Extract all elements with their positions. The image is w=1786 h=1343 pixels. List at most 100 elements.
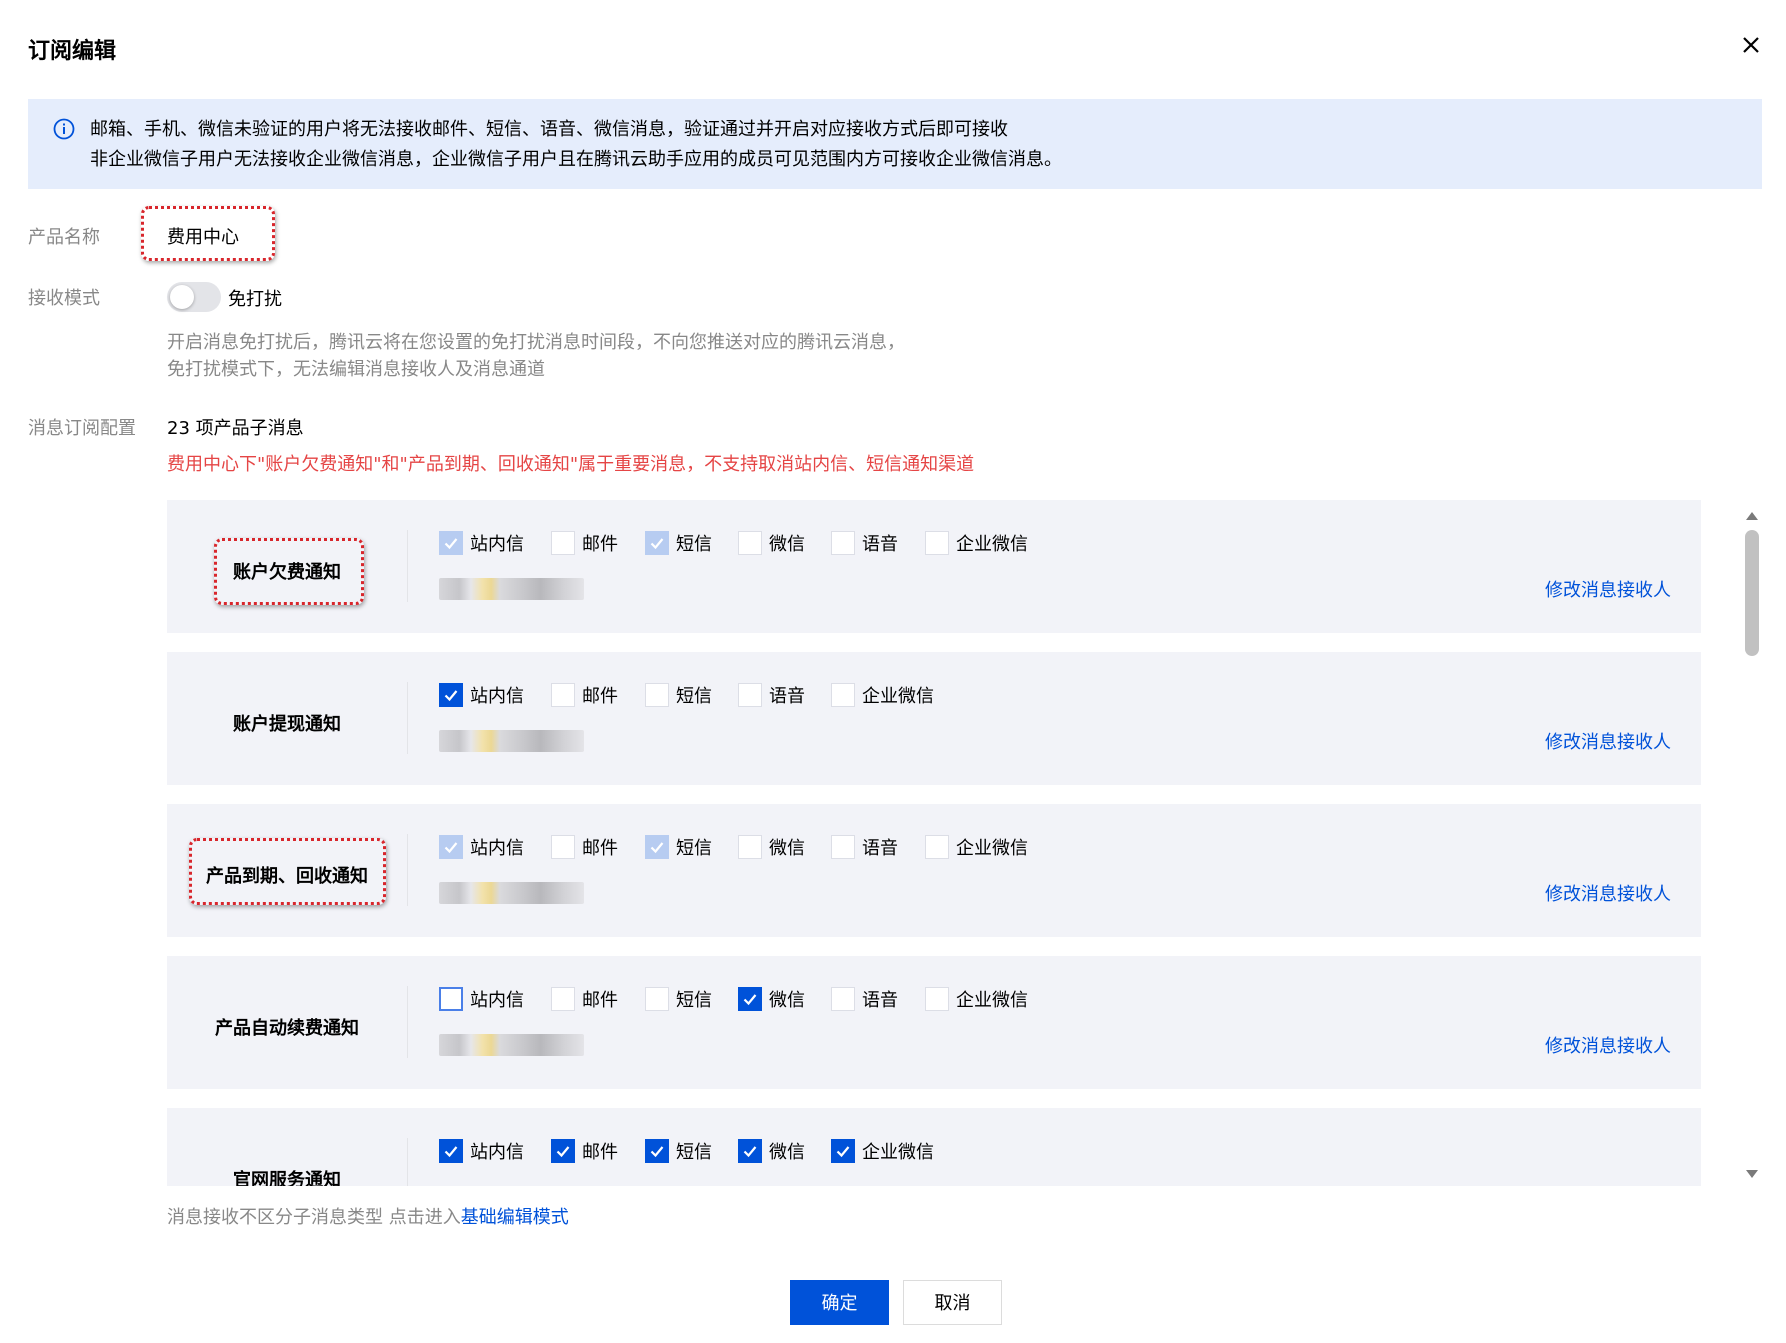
channel-label: 企业微信 (862, 686, 934, 707)
row-title: 官网服务通知 (233, 1170, 341, 1186)
subscription-row: 账户提现通知 站内信 邮件 短信 语音 企业微信 修改消息接收人 (167, 652, 1701, 785)
checkbox-box (551, 531, 575, 555)
channel-label: 短信 (676, 686, 712, 707)
modify-recipient-link[interactable]: 修改消息接收人 (1545, 576, 1671, 602)
confirm-button[interactable]: 确定 (790, 1280, 889, 1325)
checkbox-box (645, 531, 669, 555)
subscription-row: 官网服务通知 站内信 邮件 短信 微信 企业微信 (167, 1108, 1701, 1186)
channel-label: 邮件 (582, 1142, 618, 1163)
dialog-title: 订阅编辑 (28, 39, 117, 64)
modify-recipient-link[interactable]: 修改消息接收人 (1545, 880, 1671, 906)
channel-label: 企业微信 (956, 534, 1028, 555)
row-title: 账户提现通知 (233, 714, 341, 735)
check-icon (444, 538, 458, 550)
check-icon (444, 842, 458, 854)
modify-recipient-link[interactable]: 修改消息接收人 (1545, 1032, 1671, 1058)
channel-label: 站内信 (470, 534, 524, 555)
checkbox-box (645, 1139, 669, 1163)
subscription-list[interactable]: 账户欠费通知 站内信 邮件 短信 微信 语音 企业微信 修改消息接收人 账户提现… (167, 500, 1707, 1186)
row-title: 产品自动续费通知 (215, 1018, 359, 1039)
notice-line-1: 邮箱、手机、微信未验证的用户将无法接收邮件、短信、语音、微信消息，验证通过并开启… (90, 119, 1008, 140)
checkbox-box (925, 835, 949, 859)
checkbox-box (831, 683, 855, 707)
checkbox-box (439, 987, 463, 1011)
scrollbar[interactable] (1740, 500, 1764, 1186)
recipient-blurred (439, 882, 584, 904)
notice-line-2: 非企业微信子用户无法接收企业微信消息，企业微信子用户且在腾讯云助手应用的成员可见… (90, 149, 1062, 170)
subscription-row: 账户欠费通知 站内信 邮件 短信 微信 语音 企业微信 修改消息接收人 (167, 500, 1701, 633)
dnd-toggle[interactable] (167, 282, 221, 312)
checkbox-box (551, 835, 575, 859)
check-icon (650, 1146, 664, 1158)
channel-label: 企业微信 (956, 838, 1028, 859)
channel-label: 短信 (676, 534, 712, 555)
subscription-row: 产品到期、回收通知 站内信 邮件 短信 微信 语音 企业微信 修改消息接收人 (167, 804, 1701, 937)
check-icon (556, 1146, 570, 1158)
row-divider (407, 834, 408, 906)
close-icon[interactable] (1736, 30, 1766, 60)
modify-recipient-link[interactable]: 修改消息接收人 (1545, 728, 1671, 754)
check-icon (444, 1146, 458, 1158)
channel-label: 短信 (676, 1142, 712, 1163)
mode-label: 接收模式 (28, 288, 100, 309)
sub-message-count: 23 项产品子消息 (167, 418, 304, 439)
row-divider (407, 530, 408, 602)
channel-label: 微信 (769, 534, 805, 555)
channel-label: 企业微信 (862, 1142, 934, 1163)
scroll-thumb[interactable] (1745, 530, 1759, 656)
channel-label: 语音 (769, 686, 805, 707)
channel-label: 语音 (862, 534, 898, 555)
info-icon (53, 118, 75, 140)
channel-label: 短信 (676, 838, 712, 859)
checkbox-box (645, 835, 669, 859)
checkbox-box (831, 1139, 855, 1163)
annotation-expiry (189, 838, 386, 905)
checkbox-box (551, 683, 575, 707)
scroll-down-icon[interactable] (1746, 1170, 1758, 1178)
notice-banner: 邮箱、手机、微信未验证的用户将无法接收邮件、短信、语音、微信消息，验证通过并开启… (28, 99, 1762, 189)
checkbox-box (831, 531, 855, 555)
footer-hint-text: 消息接收不区分子消息类型 点击进入 (167, 1207, 461, 1228)
row-divider (407, 1138, 408, 1186)
channel-label: 邮件 (582, 990, 618, 1011)
channel-label: 邮件 (582, 534, 618, 555)
row-divider (407, 682, 408, 754)
check-icon (743, 994, 757, 1006)
annotation-arrears (214, 538, 364, 605)
checkbox-box (439, 1139, 463, 1163)
channel-label: 站内信 (470, 686, 524, 707)
channel-label: 企业微信 (956, 990, 1028, 1011)
mode-description-1: 开启消息免打扰后，腾讯云将在您设置的免打扰消息时间段，不向您推送对应的腾讯云消息… (167, 332, 905, 353)
checkbox-box (831, 987, 855, 1011)
channel-label: 站内信 (470, 990, 524, 1011)
checkbox-box (551, 987, 575, 1011)
checkbox-box (738, 531, 762, 555)
channel-label: 短信 (676, 990, 712, 1011)
checkbox-box (551, 1139, 575, 1163)
recipient-blurred (439, 578, 584, 600)
basic-edit-mode-link[interactable]: 基础编辑模式 (461, 1207, 569, 1228)
checkbox-box (645, 987, 669, 1011)
cancel-button[interactable]: 取消 (903, 1280, 1002, 1325)
toggle-knob (170, 285, 194, 309)
checkbox-box (439, 835, 463, 859)
checkbox-box (439, 683, 463, 707)
channel-label: 微信 (769, 838, 805, 859)
scroll-up-icon[interactable] (1746, 512, 1758, 520)
checkbox-box (925, 531, 949, 555)
channel-label: 站内信 (470, 1142, 524, 1163)
annotation-product-name (141, 206, 275, 261)
checkbox-box (738, 835, 762, 859)
checkbox-box (738, 683, 762, 707)
checkbox-box (738, 1139, 762, 1163)
checkbox-box (738, 987, 762, 1011)
product-label: 产品名称 (28, 227, 100, 248)
channel-label: 语音 (862, 838, 898, 859)
dnd-toggle-label: 免打扰 (228, 289, 282, 310)
check-icon (444, 690, 458, 702)
channel-label: 语音 (862, 990, 898, 1011)
checkbox-box (925, 987, 949, 1011)
check-icon (650, 538, 664, 550)
row-divider (407, 986, 408, 1058)
channel-label: 邮件 (582, 838, 618, 859)
